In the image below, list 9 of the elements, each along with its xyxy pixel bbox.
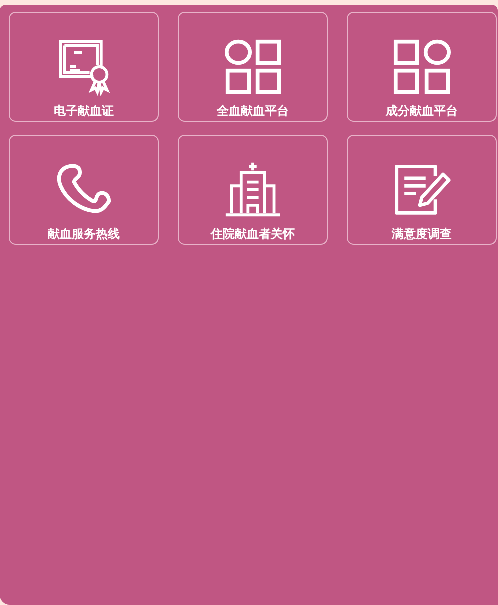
grid-icon bbox=[224, 38, 282, 96]
menu-tile[interactable]: 电子献血证 bbox=[9, 12, 159, 122]
hospital-icon bbox=[224, 161, 282, 219]
menu-tile[interactable]: 满意度调查 bbox=[347, 135, 497, 245]
grid-icon bbox=[393, 38, 451, 96]
menu-tile[interactable]: 献血服务热线 bbox=[9, 135, 159, 245]
menu-tile[interactable]: 成分献血平台 bbox=[347, 12, 497, 122]
menu-tile[interactable]: 全血献血平台 bbox=[178, 12, 328, 122]
menu-tile[interactable]: 住院献血者关怀 bbox=[178, 135, 328, 245]
